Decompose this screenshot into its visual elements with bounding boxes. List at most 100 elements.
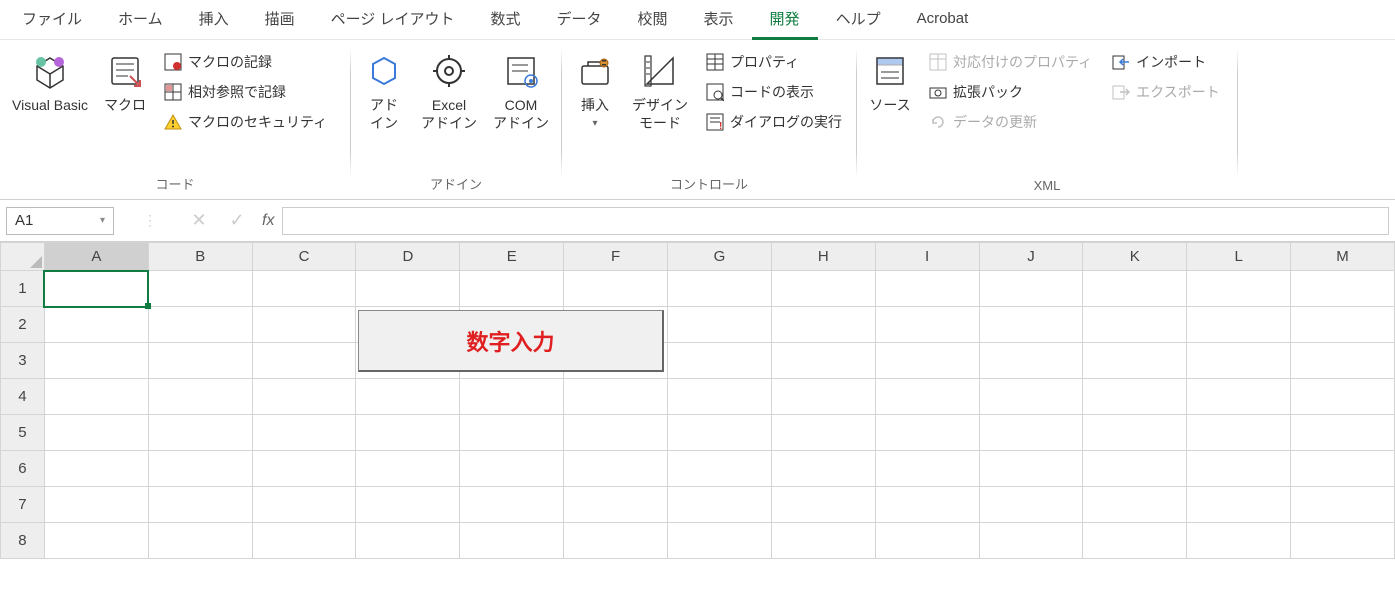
tab-draw[interactable]: 描画	[247, 0, 313, 40]
cell[interactable]	[875, 343, 979, 379]
cell[interactable]	[1083, 523, 1187, 559]
cell[interactable]	[356, 523, 460, 559]
properties-button[interactable]: プロパティ	[702, 50, 846, 74]
cell[interactable]	[1083, 307, 1187, 343]
confirm-formula-button[interactable]: ✓	[224, 210, 250, 231]
cell[interactable]	[564, 415, 668, 451]
cell[interactable]	[668, 523, 772, 559]
cell[interactable]	[979, 307, 1083, 343]
column-header[interactable]: K	[1083, 243, 1187, 271]
cell[interactable]	[460, 451, 564, 487]
cell[interactable]	[771, 451, 875, 487]
record-macro-button[interactable]: マクロの記録	[160, 50, 331, 74]
cell[interactable]	[148, 487, 252, 523]
cell[interactable]	[1291, 451, 1395, 487]
row-header[interactable]: 3	[1, 343, 45, 379]
cell[interactable]	[979, 451, 1083, 487]
cell[interactable]	[564, 379, 668, 415]
column-header[interactable]: F	[564, 243, 668, 271]
cell[interactable]	[979, 343, 1083, 379]
cell[interactable]	[668, 451, 772, 487]
cell[interactable]	[252, 271, 356, 307]
cell[interactable]	[460, 271, 564, 307]
cell[interactable]	[1083, 271, 1187, 307]
name-box[interactable]: A1 ▾	[6, 207, 114, 235]
cell[interactable]	[668, 415, 772, 451]
cell[interactable]	[44, 307, 148, 343]
row-header[interactable]: 6	[1, 451, 45, 487]
cell[interactable]	[252, 343, 356, 379]
tab-acrobat[interactable]: Acrobat	[899, 2, 987, 38]
cell[interactable]	[44, 379, 148, 415]
cell[interactable]	[771, 487, 875, 523]
cell[interactable]	[1187, 271, 1291, 307]
export-button[interactable]: エクスポート	[1108, 80, 1224, 104]
cell[interactable]	[1291, 415, 1395, 451]
import-button[interactable]: インポート	[1108, 50, 1224, 74]
cell[interactable]	[460, 415, 564, 451]
row-header[interactable]: 4	[1, 379, 45, 415]
excel-addin-button[interactable]: Excel アドイン	[413, 46, 485, 136]
insert-control-button[interactable]: 挿入 ▾	[566, 46, 624, 133]
view-code-button[interactable]: コードの表示	[702, 80, 846, 104]
cell[interactable]	[875, 487, 979, 523]
run-dialog-button[interactable]: ! ダイアログの実行	[702, 110, 846, 134]
tab-formulas[interactable]: 数式	[472, 0, 538, 40]
column-header[interactable]: A	[44, 243, 148, 271]
map-properties-button[interactable]: 対応付けのプロパティ	[925, 50, 1096, 74]
macro-security-button[interactable]: マクロのセキュリティ	[160, 110, 331, 134]
tab-page-layout[interactable]: ページ レイアウト	[313, 0, 473, 40]
cell[interactable]	[564, 487, 668, 523]
column-header[interactable]: M	[1291, 243, 1395, 271]
cell[interactable]	[356, 271, 460, 307]
cell[interactable]	[668, 343, 772, 379]
cell[interactable]	[1187, 523, 1291, 559]
column-header[interactable]: B	[148, 243, 252, 271]
cell[interactable]	[1291, 379, 1395, 415]
cell[interactable]	[771, 343, 875, 379]
cell[interactable]	[148, 343, 252, 379]
column-header[interactable]: H	[771, 243, 875, 271]
formula-input[interactable]	[282, 207, 1389, 235]
cell[interactable]	[979, 487, 1083, 523]
com-addin-button[interactable]: COM アドイン	[485, 46, 557, 136]
cell[interactable]	[875, 523, 979, 559]
tab-help[interactable]: ヘルプ	[818, 0, 899, 40]
cell[interactable]	[668, 379, 772, 415]
cell[interactable]	[1291, 343, 1395, 379]
cell[interactable]	[1291, 307, 1395, 343]
cell[interactable]	[356, 451, 460, 487]
visual-basic-button[interactable]: Visual Basic	[4, 46, 96, 118]
cell[interactable]	[1187, 343, 1291, 379]
cell[interactable]	[1187, 415, 1291, 451]
cell[interactable]	[44, 487, 148, 523]
number-input-button[interactable]: 数字入力	[358, 310, 664, 372]
cell[interactable]	[148, 271, 252, 307]
cell[interactable]	[460, 379, 564, 415]
select-all-corner[interactable]	[1, 243, 45, 271]
cell[interactable]	[875, 415, 979, 451]
cell[interactable]	[875, 307, 979, 343]
cell[interactable]	[252, 487, 356, 523]
cell[interactable]	[1187, 487, 1291, 523]
cell[interactable]	[1291, 523, 1395, 559]
cell[interactable]	[875, 379, 979, 415]
cell[interactable]	[148, 307, 252, 343]
tab-insert[interactable]: 挿入	[181, 0, 247, 40]
row-header[interactable]: 1	[1, 271, 45, 307]
cell[interactable]	[668, 487, 772, 523]
cancel-formula-button[interactable]: ✕	[186, 210, 212, 231]
cell[interactable]	[252, 379, 356, 415]
cell[interactable]	[875, 271, 979, 307]
cell[interactable]	[1187, 307, 1291, 343]
cell[interactable]	[460, 487, 564, 523]
cell[interactable]	[979, 379, 1083, 415]
cell[interactable]	[564, 523, 668, 559]
cell[interactable]	[1083, 487, 1187, 523]
row-header[interactable]: 7	[1, 487, 45, 523]
row-header[interactable]: 2	[1, 307, 45, 343]
column-header[interactable]: E	[460, 243, 564, 271]
row-header[interactable]: 5	[1, 415, 45, 451]
cell[interactable]	[44, 523, 148, 559]
cell[interactable]	[875, 451, 979, 487]
